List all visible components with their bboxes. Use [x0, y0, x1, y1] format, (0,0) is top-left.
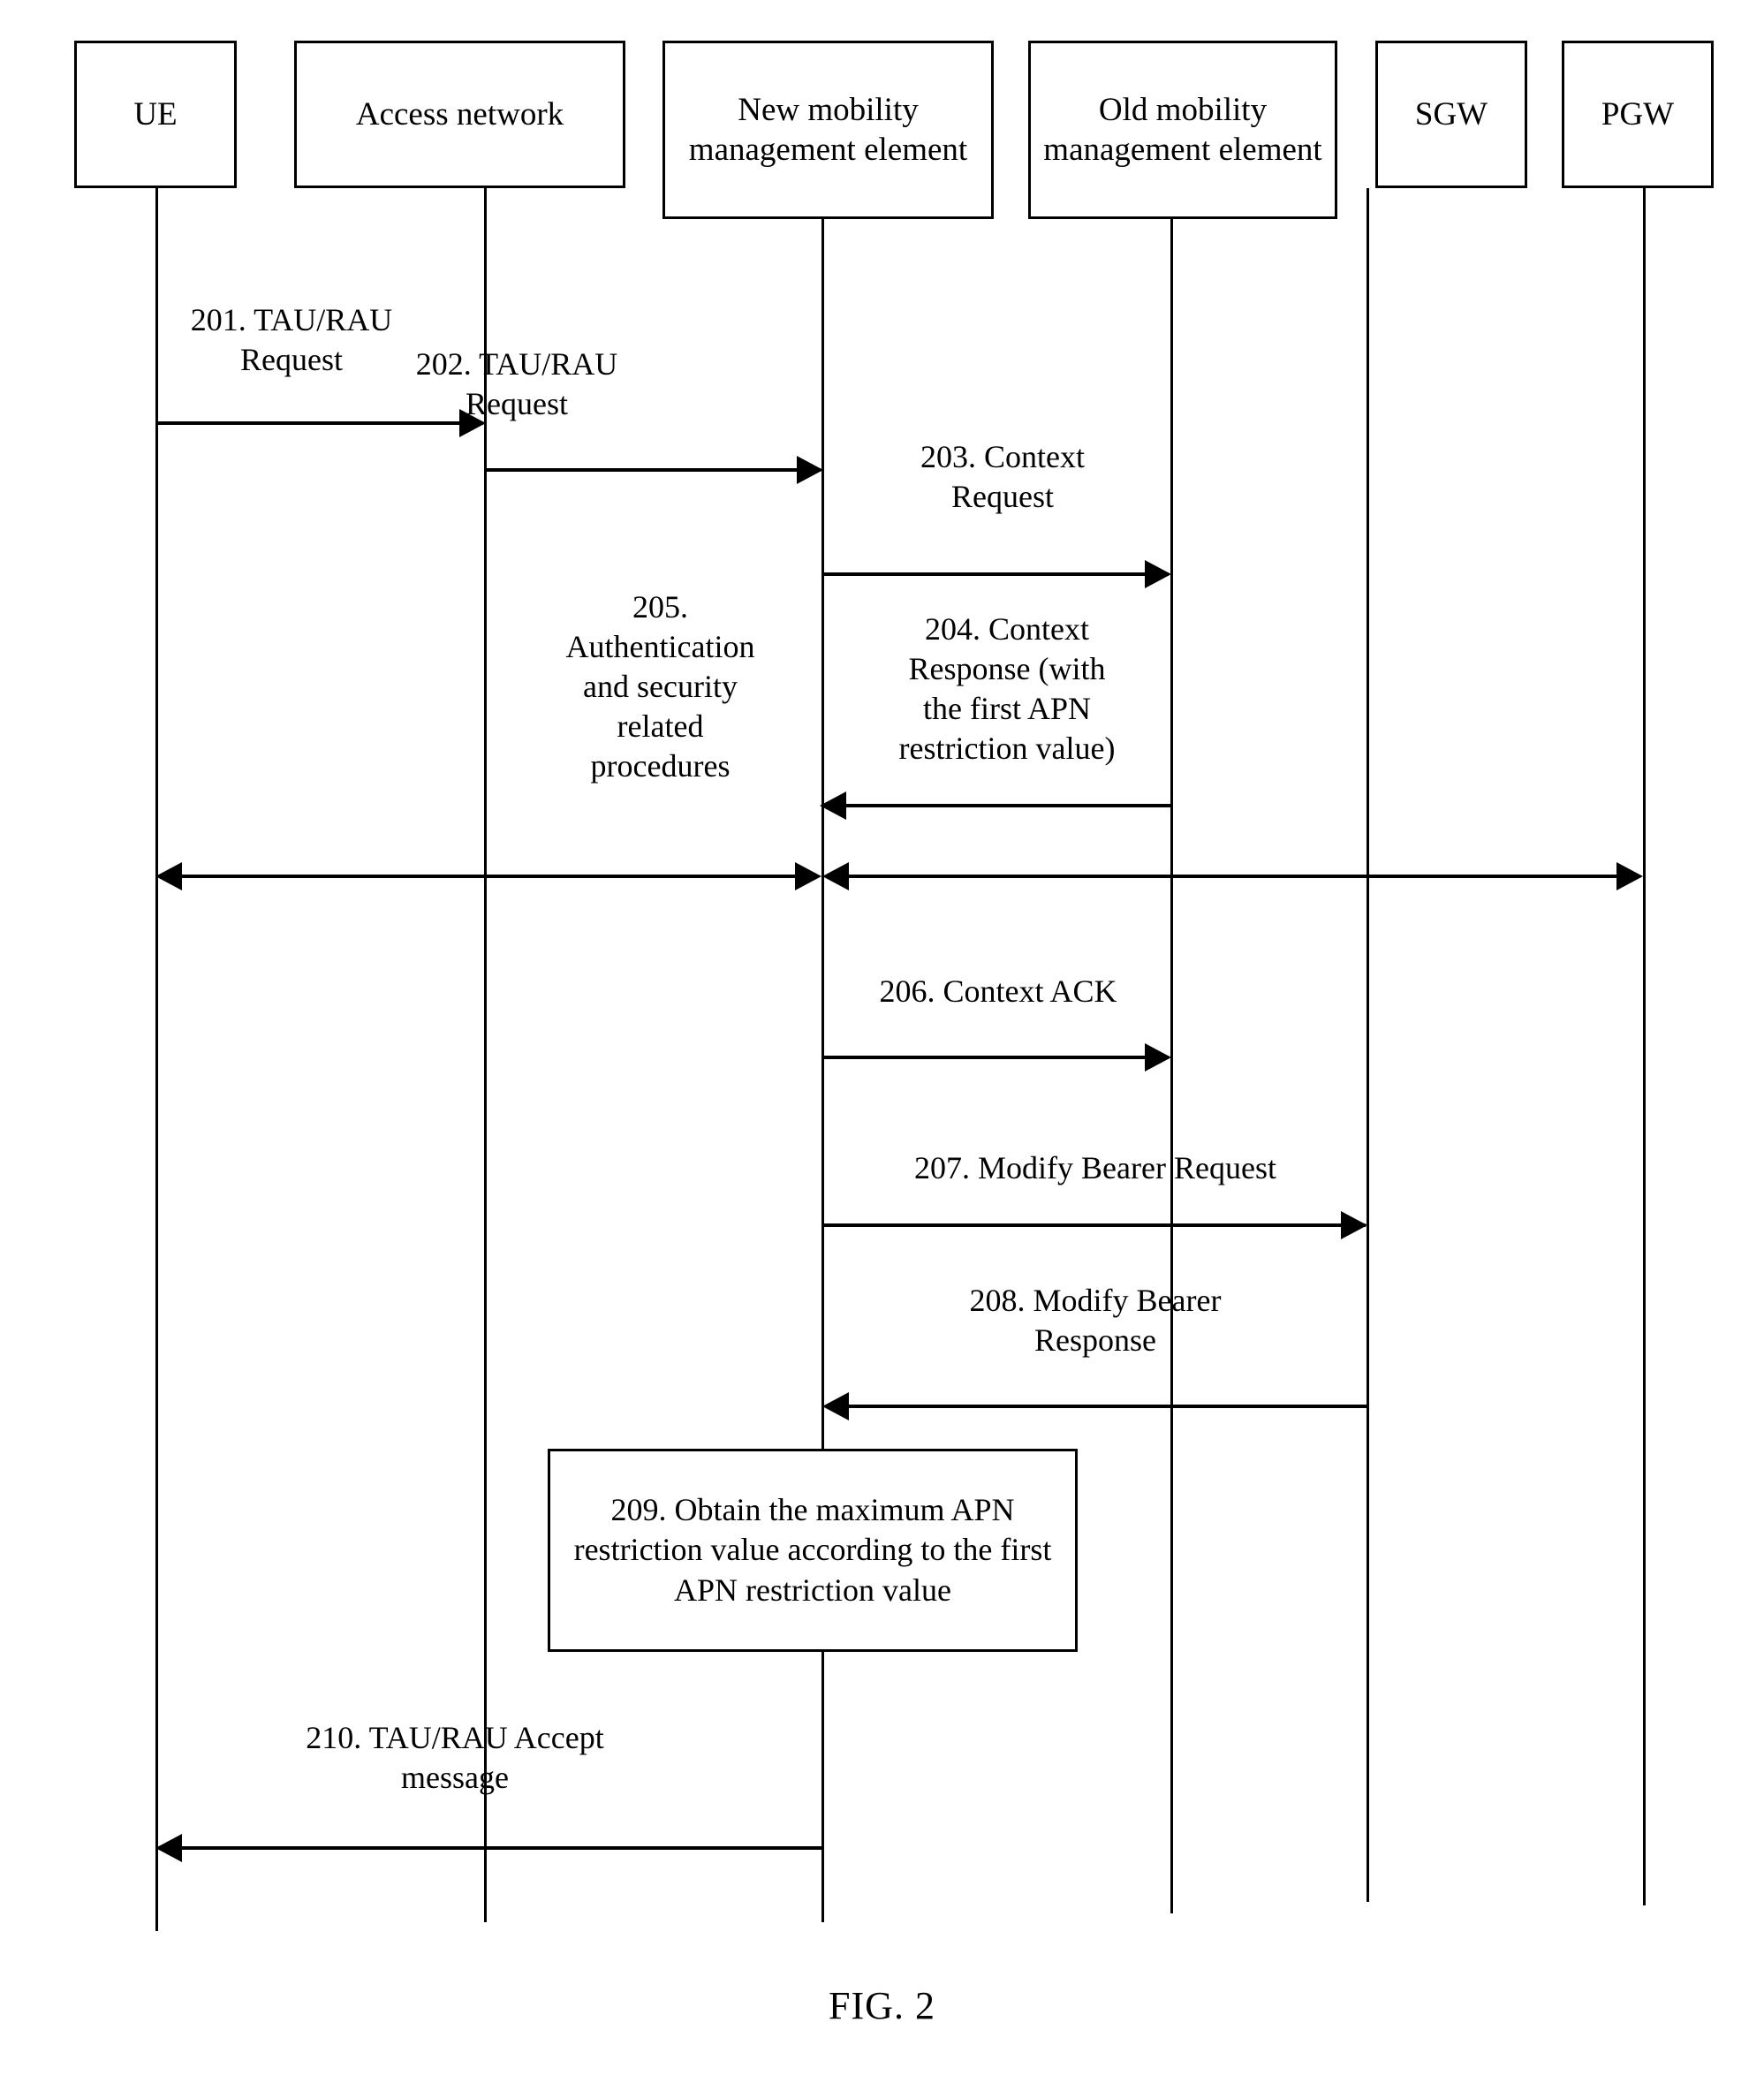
actor-box-ue[interactable]: UE — [74, 41, 237, 188]
actor-label-new-mme: New mobility management element — [688, 91, 968, 168]
message-line-206 — [822, 1056, 1169, 1059]
message-arrowhead-210 — [155, 1834, 182, 1862]
actor-label-pgw: PGW — [1601, 95, 1675, 133]
actor-label-sgw: SGW — [1414, 95, 1488, 133]
message-arrowhead-205-left — [155, 862, 182, 890]
actor-box-new-mme[interactable]: New mobility management element — [662, 41, 994, 219]
message-line-202 — [485, 468, 821, 472]
message-line-210 — [179, 1846, 821, 1850]
actor-box-access-network[interactable]: Access network — [294, 41, 625, 188]
message-line-208 — [846, 1405, 1367, 1408]
message-line-205-left — [179, 875, 798, 878]
actor-label-old-mme: Old mobility management element — [1043, 91, 1322, 168]
actor-box-pgw[interactable]: PGW — [1562, 41, 1714, 188]
message-arrowhead-205-right — [1616, 862, 1643, 890]
figure-canvas: UE Access network New mobility managemen… — [0, 0, 1764, 2098]
figure-caption: FIG. 2 — [829, 1984, 935, 2027]
message-label-210: 210. TAU/RAU Accept message — [306, 1720, 604, 1795]
message-label-203: 203. Context Request — [920, 439, 1085, 514]
message-label-208: 208. Modify Bearer Response — [969, 1283, 1222, 1358]
message-line-205-right — [846, 875, 1619, 878]
actor-box-sgw[interactable]: SGW — [1375, 41, 1527, 188]
message-label-202: 202. TAU/RAU Request — [415, 346, 618, 421]
message-label-204: 204. Context Response (with the first AP… — [898, 611, 1116, 766]
note-label-209: 209. Obtain the maximum APN restriction … — [573, 1491, 1052, 1608]
actor-box-old-mme[interactable]: Old mobility management element — [1028, 41, 1337, 219]
message-arrowhead-207 — [1341, 1211, 1367, 1239]
message-arrowhead-205-mid-left — [822, 862, 849, 890]
message-label-205: 205. Authentication and security related… — [565, 589, 755, 784]
lifeline-access-network — [484, 188, 487, 1922]
message-arrowhead-208 — [822, 1392, 849, 1420]
message-arrowhead-202 — [797, 456, 823, 484]
lifeline-sgw — [1367, 188, 1369, 1902]
message-label-207: 207. Modify Bearer Request — [914, 1150, 1276, 1185]
message-line-207 — [822, 1223, 1366, 1227]
actor-label-ue: UE — [133, 95, 178, 133]
message-arrowhead-205-mid-right — [795, 862, 821, 890]
actor-label-access-network: Access network — [355, 95, 564, 133]
message-arrowhead-204 — [820, 791, 846, 820]
message-arrowhead-206 — [1145, 1043, 1171, 1072]
note-box-209[interactable]: 209. Obtain the maximum APN restriction … — [548, 1449, 1078, 1652]
message-line-204 — [844, 804, 1170, 807]
message-line-203 — [822, 572, 1169, 576]
lifeline-pgw — [1643, 188, 1646, 1905]
message-arrowhead-203 — [1145, 560, 1171, 588]
message-label-206: 206. Context ACK — [879, 973, 1117, 1009]
lifeline-ue — [155, 188, 158, 1931]
